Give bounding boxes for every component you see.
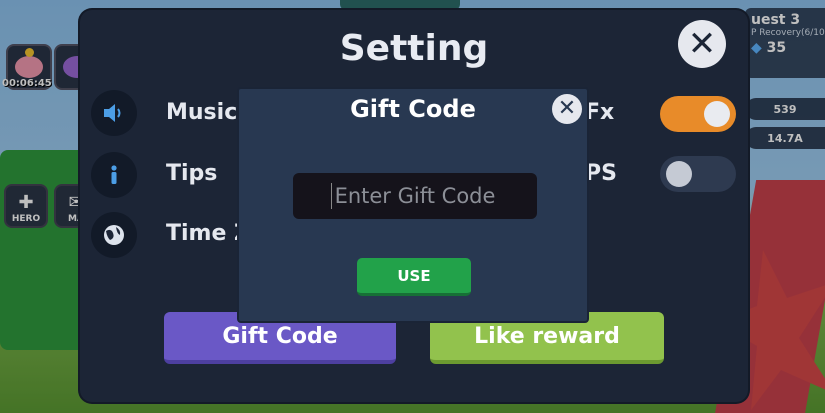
fps-toggle[interactable] [660, 156, 736, 192]
gift-code-dialog: Gift Code ✕ USE [237, 87, 589, 323]
gift-code-input[interactable] [293, 173, 537, 219]
sound-fx-toggle[interactable] [660, 96, 736, 132]
toggle-knob [666, 161, 692, 187]
setting-close-button[interactable]: ✕ [678, 20, 726, 68]
tips-label: Tips [166, 161, 218, 186]
fps-label: PS [585, 161, 617, 186]
use-button[interactable]: USE [357, 258, 471, 296]
setting-title: Setting [339, 28, 489, 69]
text-caret [331, 183, 332, 209]
close-icon: ✕ [687, 24, 717, 64]
close-icon: ✕ [557, 96, 577, 121]
sound-fx-label: Fx [585, 100, 615, 125]
toggle-knob [704, 101, 730, 127]
speaker-icon [91, 90, 137, 136]
globe-icon [91, 212, 137, 258]
music-label: Music [166, 100, 238, 125]
gift-dialog-title: Gift Code [350, 95, 476, 123]
gift-dialog-close-button[interactable]: ✕ [552, 94, 582, 124]
info-icon [91, 152, 137, 198]
